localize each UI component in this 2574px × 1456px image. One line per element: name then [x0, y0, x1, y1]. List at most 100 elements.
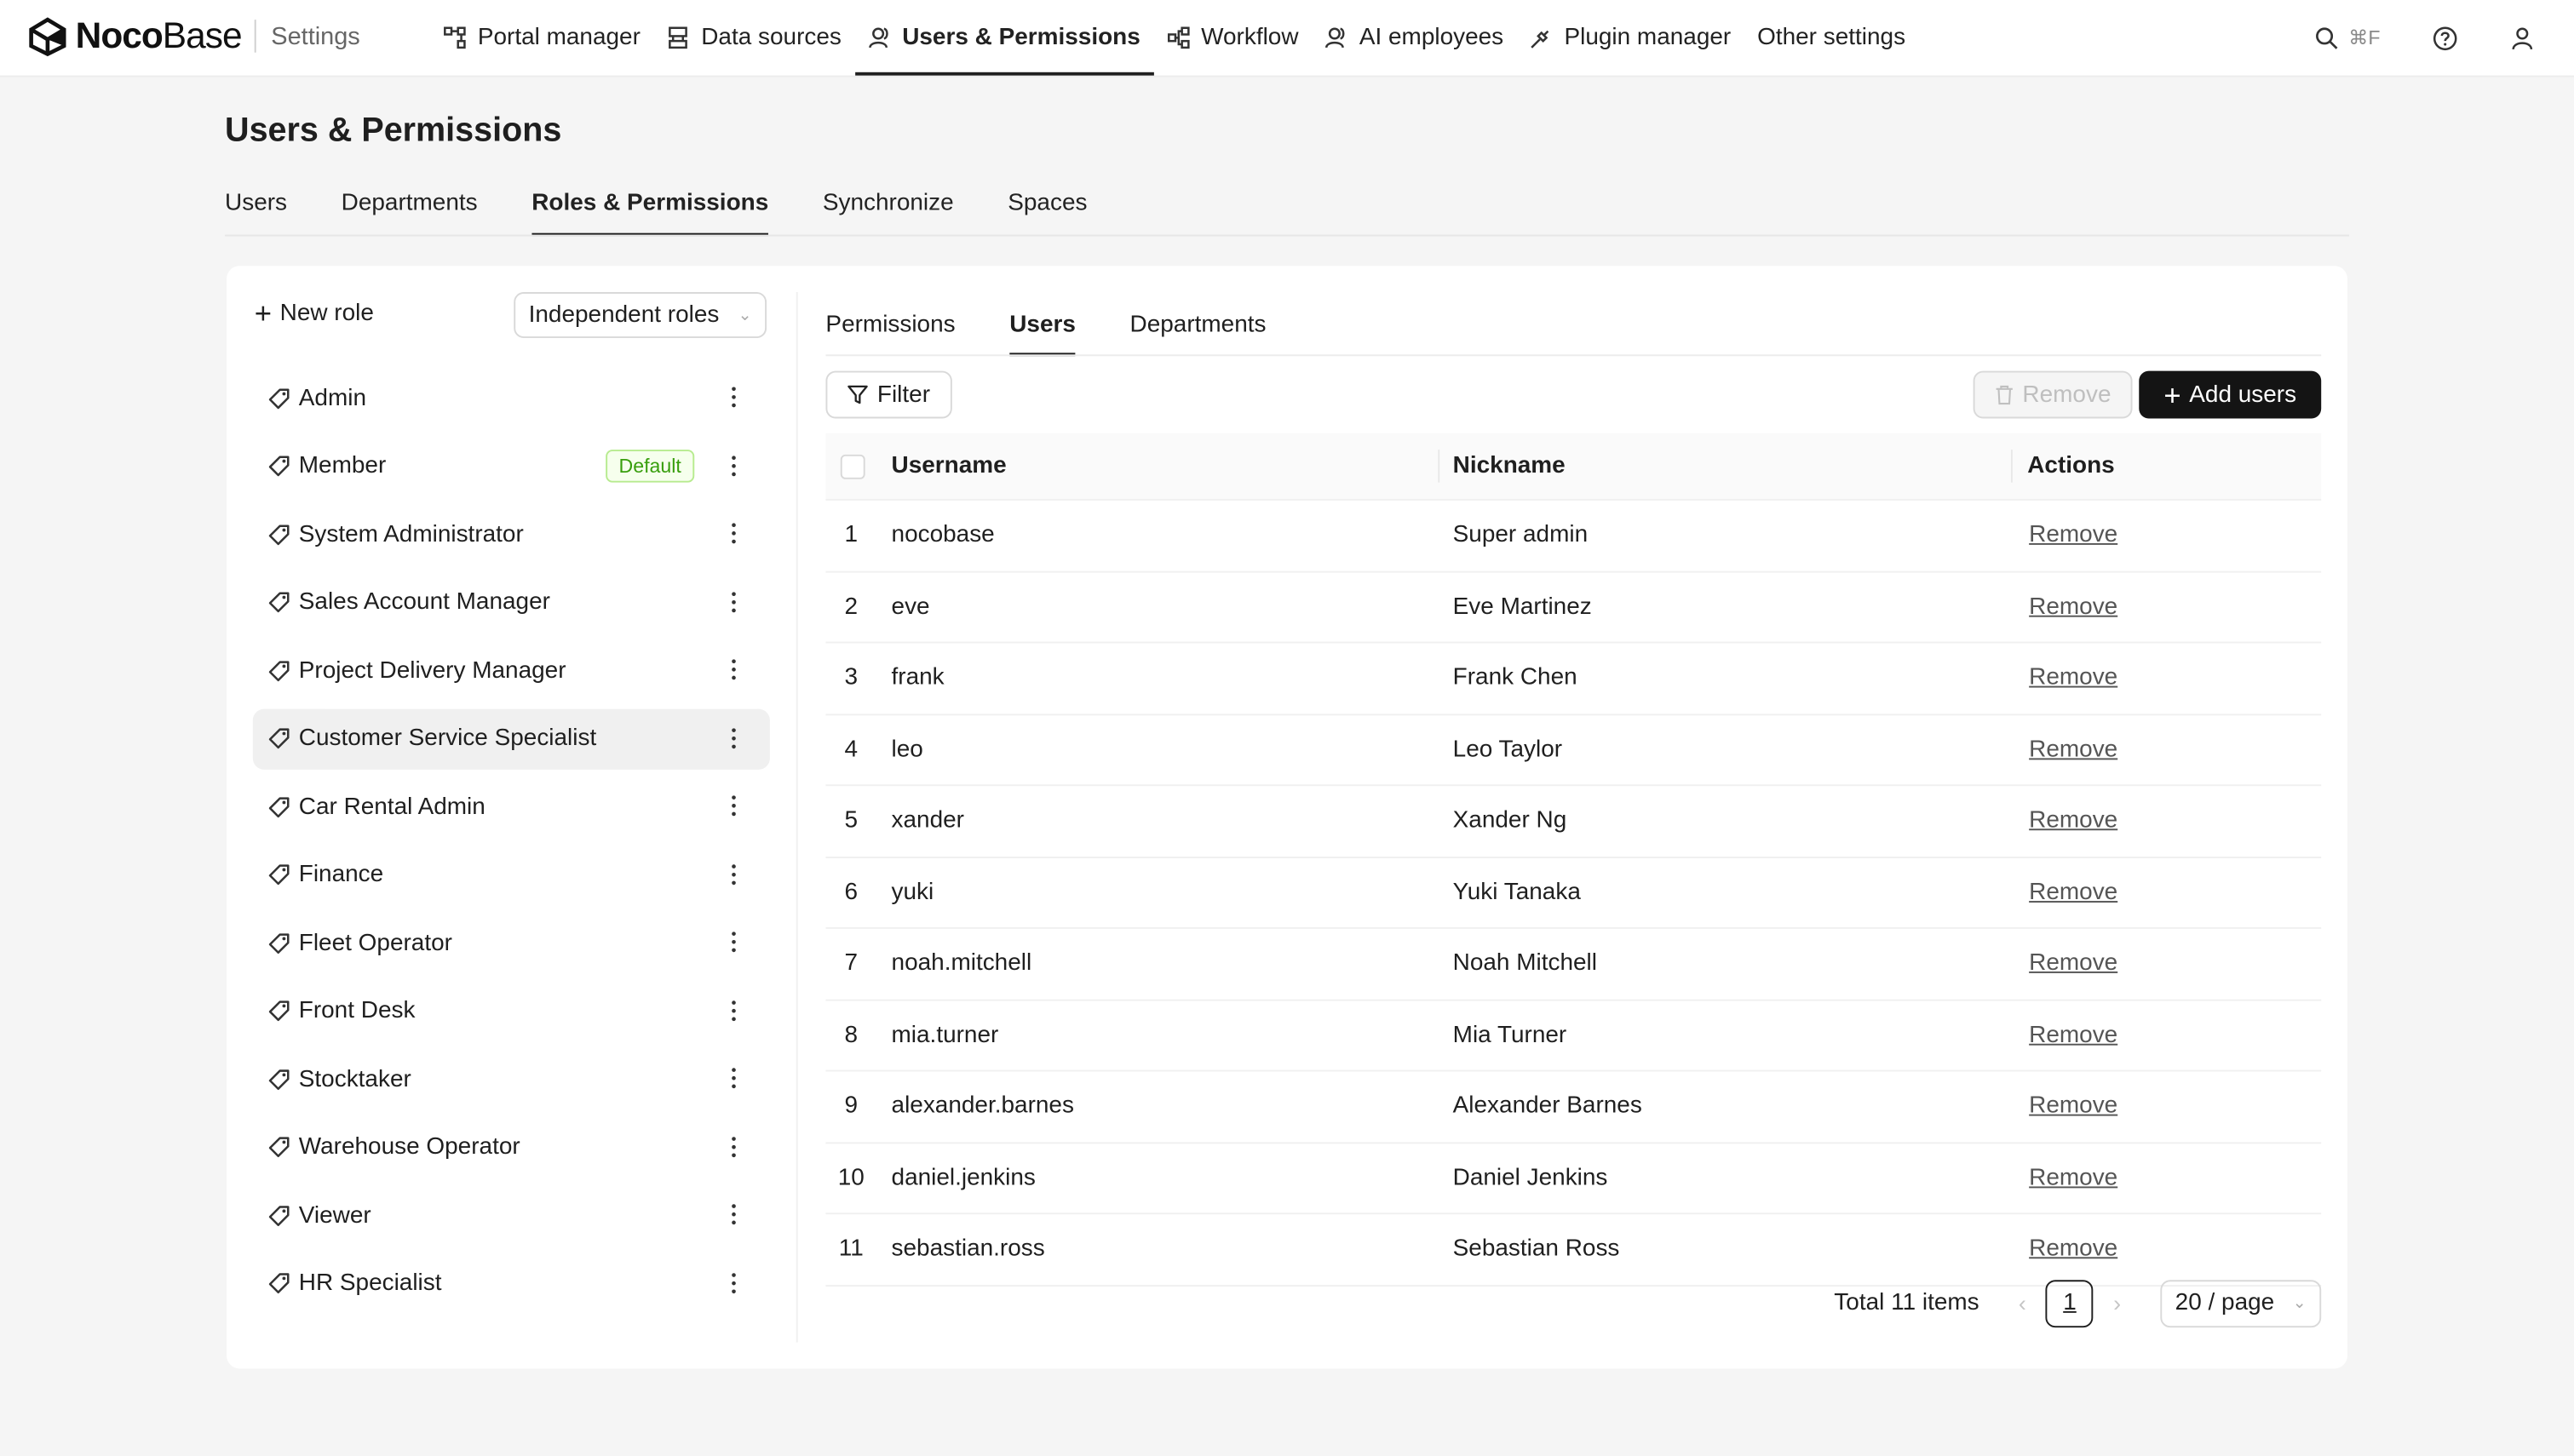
subtab-permissions[interactable]: Permissions	[825, 295, 955, 356]
table-row: 7 noah.mitchell Noah Mitchell Remove	[825, 929, 2322, 1000]
row-index: 7	[844, 950, 859, 977]
select-all-checkbox[interactable]	[840, 453, 865, 479]
more-vertical-icon[interactable]	[727, 927, 740, 957]
nav-plugin-manager[interactable]: Plugin manager	[1517, 0, 1744, 76]
more-vertical-icon[interactable]	[727, 655, 740, 685]
more-vertical-icon[interactable]	[727, 1268, 740, 1298]
search-button[interactable]: ⌘F	[2314, 26, 2381, 50]
nocobase-logo[interactable]: NocoBase Settings	[26, 14, 360, 57]
brand-name: NocoBase	[75, 14, 243, 56]
more-vertical-icon[interactable]	[727, 587, 740, 616]
row-index: 6	[844, 879, 859, 906]
nav-data-sources[interactable]: Data sources	[653, 0, 854, 76]
trash-icon	[1996, 385, 2013, 405]
role-name: Stocktaker	[298, 1065, 411, 1092]
role-name: Fleet Operator	[298, 929, 452, 956]
remove-user-link[interactable]: Remove	[2029, 880, 2117, 906]
more-vertical-icon[interactable]	[727, 1132, 740, 1161]
more-vertical-icon[interactable]	[727, 791, 740, 821]
user-icon	[2512, 26, 2533, 49]
role-item[interactable]: Finance	[253, 845, 770, 905]
prev-page-icon[interactable]: ‹	[2019, 1290, 2026, 1316]
more-vertical-icon[interactable]	[727, 859, 740, 889]
nav-ai-employees[interactable]: AI employees	[1312, 0, 1517, 76]
role-item[interactable]: Car Rental Admin	[253, 777, 770, 837]
more-vertical-icon[interactable]	[727, 382, 740, 412]
role-item[interactable]: Project Delivery Manager	[253, 640, 770, 701]
top-right-tools: ⌘F	[2261, 0, 2535, 76]
more-vertical-icon[interactable]	[727, 1200, 740, 1230]
column-username[interactable]: Username	[892, 453, 1007, 479]
page-tabs: Users Departments Roles & Permissions Sy…	[225, 170, 1141, 237]
user-menu-button[interactable]	[2510, 26, 2535, 50]
workflow-icon	[1167, 26, 1189, 49]
role-item[interactable]: Customer Service Specialist	[252, 708, 770, 769]
remove-user-link[interactable]: Remove	[2029, 808, 2117, 834]
more-vertical-icon[interactable]	[727, 450, 740, 480]
username-cell: noah.mitchell	[891, 950, 1032, 977]
role-item[interactable]: System Administrator	[253, 504, 770, 565]
chevron-down-icon: ⌄	[2292, 1293, 2307, 1312]
nav-portal-manager[interactable]: Portal manager	[430, 0, 653, 76]
subtab-users[interactable]: Users	[1009, 295, 1077, 357]
more-vertical-icon[interactable]	[727, 723, 740, 753]
remove-user-link[interactable]: Remove	[2029, 1165, 2117, 1191]
tab-departments[interactable]: Departments	[342, 170, 478, 236]
more-vertical-icon[interactable]	[727, 519, 740, 548]
table-row: 11 sebastian.ross Sebastian Ross Remove	[825, 1214, 2322, 1287]
nav-users-permissions[interactable]: Users & Permissions	[854, 0, 1154, 76]
users-icon	[868, 27, 888, 49]
top-navigation-bar: NocoBase Settings Portal manager Data so…	[0, 0, 2574, 77]
nav-workflow[interactable]: Workflow	[1153, 0, 1312, 76]
row-index: 10	[837, 1164, 865, 1191]
nickname-cell: Super admin	[1452, 522, 1589, 549]
role-item[interactable]: Member Default	[253, 436, 770, 496]
role-users-table: Username Nickname Actions 1 nocobase Super…	[825, 433, 2322, 1287]
role-mode-select[interactable]: Independent roles ⌄	[514, 292, 767, 339]
more-vertical-icon[interactable]	[727, 1063, 740, 1093]
tab-roles-permissions[interactable]: Roles & Permissions	[531, 170, 769, 237]
filter-button[interactable]: Filter	[825, 370, 952, 419]
search-icon	[2315, 26, 2337, 49]
row-index: 11	[838, 1235, 864, 1263]
new-role-button[interactable]: + New role	[255, 299, 374, 329]
username-cell: leo	[891, 736, 923, 763]
role-name: Sales Account Manager	[298, 588, 550, 616]
role-item[interactable]: Fleet Operator	[253, 913, 770, 973]
username-cell: mia.turner	[891, 1022, 999, 1049]
role-item[interactable]: HR Specialist	[253, 1253, 770, 1313]
next-page-icon[interactable]: ›	[2113, 1290, 2121, 1316]
main-nav: Portal manager Data sources Users & Perm…	[430, 0, 1919, 76]
remove-selected-button[interactable]: Remove	[1973, 370, 2133, 419]
remove-user-link[interactable]: Remove	[2029, 1236, 2117, 1263]
remove-user-link[interactable]: Remove	[2029, 665, 2117, 691]
help-button[interactable]	[2433, 26, 2457, 50]
tab-users[interactable]: Users	[225, 170, 287, 236]
tab-spaces[interactable]: Spaces	[1008, 170, 1087, 236]
nav-label: Other settings	[1757, 24, 1906, 51]
role-item[interactable]: Viewer	[253, 1185, 770, 1246]
page-size-select[interactable]: 20 / page ⌄	[2160, 1279, 2322, 1327]
tag-icon	[268, 864, 290, 886]
remove-user-link[interactable]: Remove	[2029, 950, 2117, 977]
role-item[interactable]: Stocktaker	[253, 1049, 770, 1109]
role-item[interactable]: Warehouse Operator	[253, 1117, 770, 1178]
role-item[interactable]: Front Desk	[253, 981, 770, 1041]
table-row: 8 mia.turner Mia Turner Remove	[825, 1000, 2322, 1072]
table-row: 4 leo Leo Taylor Remove	[825, 714, 2322, 787]
tab-synchronize[interactable]: Synchronize	[823, 170, 954, 236]
nav-other-settings[interactable]: Other settings	[1744, 0, 1919, 76]
more-vertical-icon[interactable]	[727, 995, 740, 1025]
remove-user-link[interactable]: Remove	[2029, 737, 2117, 763]
remove-user-link[interactable]: Remove	[2029, 522, 2117, 548]
remove-user-link[interactable]: Remove	[2029, 593, 2117, 620]
roles-card: + New role Independent roles ⌄ Admin Memb…	[226, 266, 2348, 1369]
column-nickname[interactable]: Nickname	[1453, 453, 1566, 479]
role-item[interactable]: Admin	[253, 368, 770, 428]
role-item[interactable]: Sales Account Manager	[253, 572, 770, 633]
subtab-departments[interactable]: Departments	[1130, 295, 1267, 356]
add-users-button[interactable]: + Add users	[2139, 370, 2322, 419]
remove-user-link[interactable]: Remove	[2029, 1022, 2117, 1048]
remove-user-link[interactable]: Remove	[2029, 1093, 2117, 1120]
page-1-button[interactable]: 1	[2046, 1279, 2094, 1327]
